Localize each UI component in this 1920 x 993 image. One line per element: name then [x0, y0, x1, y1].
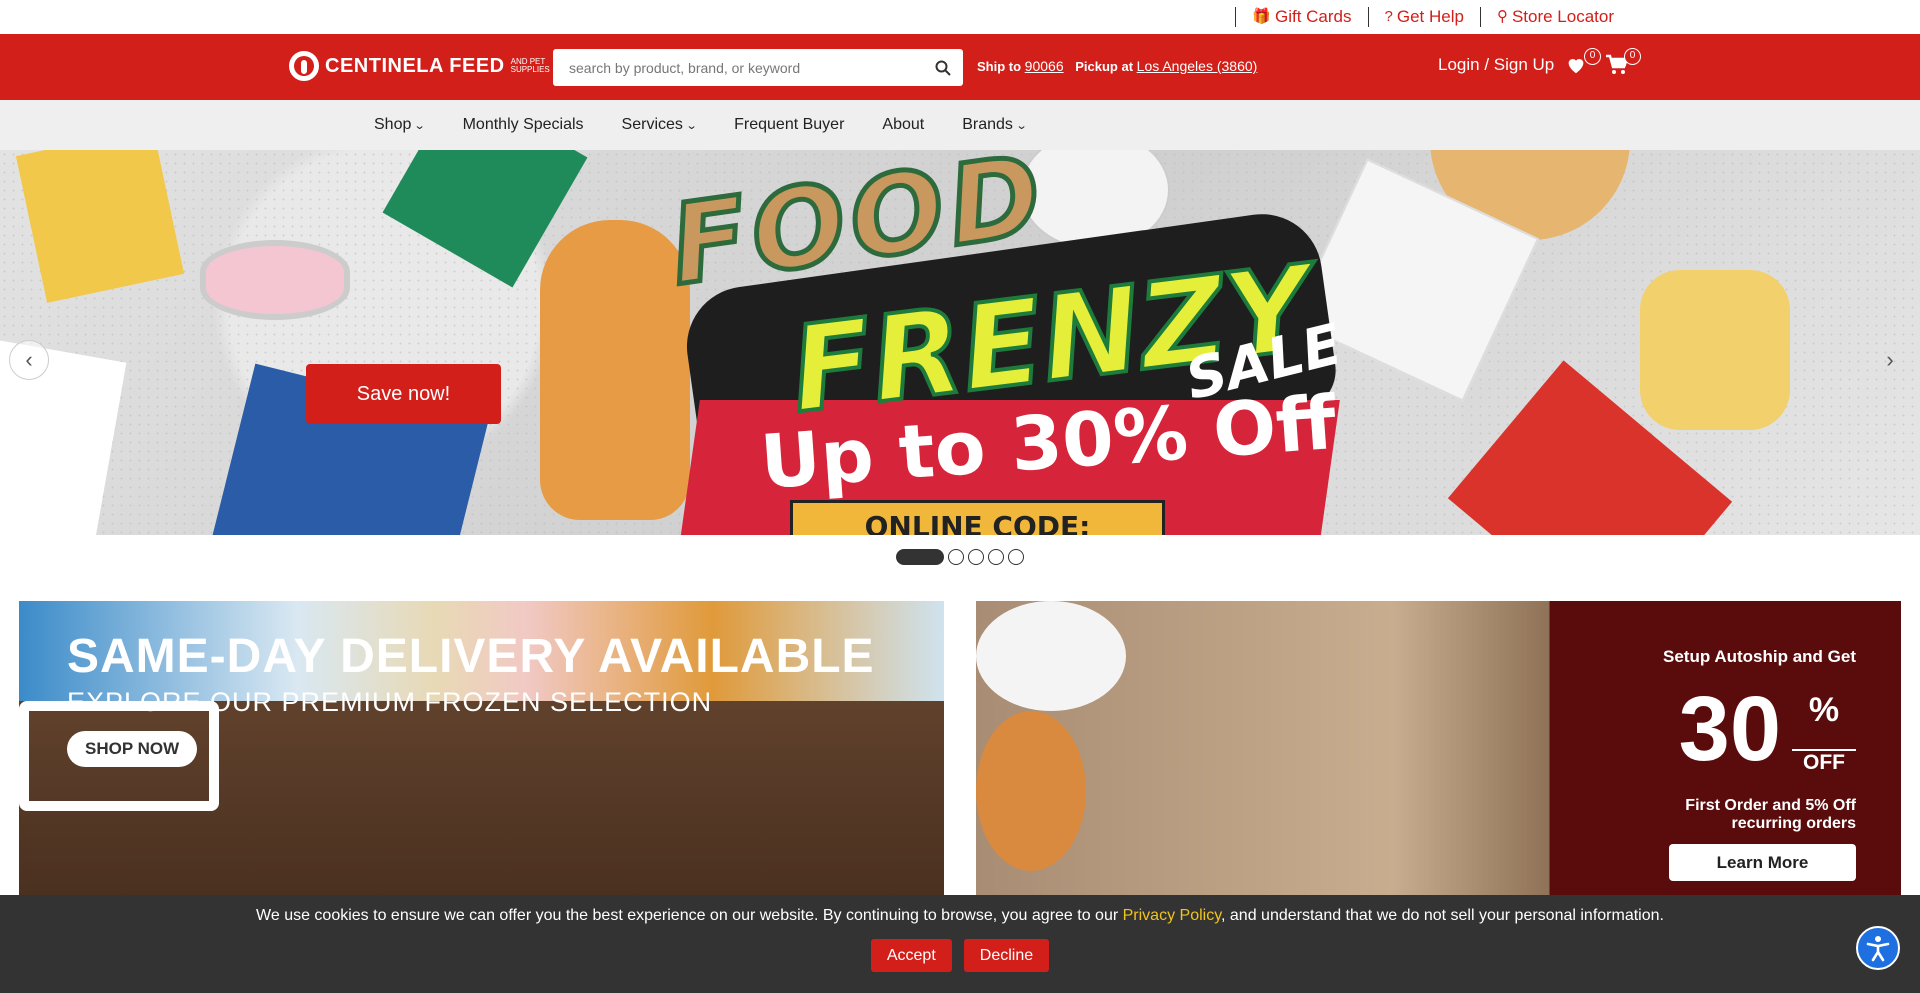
- search-input[interactable]: [553, 59, 923, 76]
- nav-item-monthly-specials[interactable]: Monthly Specials: [463, 116, 584, 134]
- wishlist-count-badge: 0: [1584, 48, 1601, 65]
- map-pin-icon: ⚲: [1496, 8, 1508, 25]
- ship-to-label: Ship to: [977, 59, 1022, 74]
- logo-name: CENTINELA FEED: [325, 54, 505, 77]
- ship-to-zip-link[interactable]: 90066: [1025, 58, 1064, 74]
- chevron-left-icon: ‹: [25, 347, 33, 372]
- fulfillment-info: Ship to 90066 Pickup at Los Angeles (386…: [977, 58, 1265, 74]
- learn-more-button[interactable]: Learn More: [1669, 844, 1856, 881]
- decline-cookies-button[interactable]: Decline: [963, 939, 1050, 972]
- same-day-delivery-banner[interactable]: SAME-DAY DELIVERY AVAILABLE EXPLORE OUR …: [19, 601, 944, 901]
- carousel-dot[interactable]: [1008, 549, 1024, 565]
- product-can-image: [200, 240, 350, 320]
- chevron-right-icon: ›: [1886, 347, 1894, 372]
- nav-item-shop[interactable]: Shop ⌄: [374, 116, 426, 134]
- accessibility-icon: [1866, 936, 1890, 962]
- chevron-down-icon: ⌄: [413, 119, 426, 132]
- autoship-off: OFF: [1792, 749, 1856, 775]
- question-icon: ?: [1384, 8, 1393, 25]
- chevron-down-icon: ⌄: [1015, 119, 1028, 132]
- privacy-policy-link[interactable]: Privacy Policy: [1123, 907, 1221, 924]
- wishlist-button[interactable]: 0: [1565, 48, 1601, 80]
- nav-item-brands[interactable]: Brands ⌄: [962, 116, 1028, 134]
- autoship-detail: First Order and 5% Off recurring orders: [1685, 797, 1856, 832]
- product-tub-image: [1640, 270, 1790, 430]
- autoship-intro: Setup Autoship and Get: [1663, 647, 1856, 666]
- cat-image: [976, 711, 1086, 871]
- autoship-percent: %: [1808, 691, 1840, 729]
- carousel-dots: [0, 535, 1920, 579]
- pickup-label: Pickup at: [1075, 59, 1134, 74]
- cookie-message: We use cookies to ensure we can offer yo…: [256, 907, 1664, 924]
- carousel-next-button[interactable]: ›: [1870, 340, 1910, 380]
- logo-subtitle: AND PET SUPPLIES: [510, 57, 550, 74]
- logo-badge-icon: [289, 51, 319, 81]
- accept-cookies-button[interactable]: Accept: [870, 939, 952, 972]
- save-now-button[interactable]: Save now!: [306, 364, 501, 424]
- gift-cards-link[interactable]: 🎁 Gift Cards: [1235, 7, 1367, 27]
- carousel-dot[interactable]: [948, 549, 964, 565]
- gift-icon: 🎁: [1252, 8, 1271, 25]
- delivery-title: SAME-DAY DELIVERY AVAILABLE: [67, 630, 875, 683]
- cookie-banner: We use cookies to ensure we can offer yo…: [0, 895, 1920, 993]
- carousel-dot[interactable]: [896, 549, 944, 565]
- main-nav: Shop ⌄ Monthly Specials Services ⌄ Frequen…: [0, 100, 1920, 150]
- autoship-discount: 30: [1678, 678, 1781, 780]
- carousel-dot[interactable]: [968, 549, 984, 565]
- cart-count-badge: 0: [1624, 48, 1641, 65]
- chevron-down-icon: ⌄: [685, 119, 698, 132]
- carousel-prev-button[interactable]: ‹: [9, 340, 49, 380]
- delivery-subtitle: EXPLORE OUR PREMIUM FROZEN SELECTION: [67, 687, 713, 717]
- store-locator-link[interactable]: ⚲ Store Locator: [1479, 7, 1630, 27]
- utility-bar: 🎁 Gift Cards ? Get Help ⚲ Store Locator: [0, 0, 1920, 34]
- hero-carousel: FOOD FRENZY SALE Up to 30% Off ONLINE CO…: [0, 150, 1920, 535]
- accessibility-button[interactable]: [1856, 926, 1900, 970]
- nav-item-about[interactable]: About: [882, 116, 924, 134]
- nav-item-frequent-buyer[interactable]: Frequent Buyer: [734, 116, 844, 134]
- pickup-store-link[interactable]: Los Angeles (3860): [1137, 58, 1258, 74]
- dog-image: [976, 601, 1126, 711]
- shop-now-button[interactable]: SHOP NOW: [67, 731, 198, 767]
- cat-image: [540, 220, 690, 520]
- get-help-link[interactable]: ? Get Help: [1367, 7, 1480, 27]
- login-signup-link[interactable]: Login / Sign Up: [1438, 55, 1554, 75]
- nav-item-services[interactable]: Services ⌄: [622, 116, 698, 134]
- carousel-dot[interactable]: [988, 549, 1004, 565]
- search-icon[interactable]: [923, 60, 963, 76]
- site-logo[interactable]: CENTINELA FEED AND PET SUPPLIES: [289, 51, 551, 81]
- site-header: CENTINELA FEED AND PET SUPPLIES Ship to …: [0, 34, 1920, 100]
- autoship-banner[interactable]: Setup Autoship and Get 30 % OFF First Or…: [976, 601, 1901, 901]
- search-bar: [553, 49, 963, 86]
- utility-links: 🎁 Gift Cards ? Get Help ⚲ Store Locator: [1235, 7, 1630, 27]
- cart-button[interactable]: 0: [1605, 48, 1641, 80]
- hero-promo-code: ONLINE CODE: FRENZYSEP: [790, 500, 1165, 535]
- promo-banners: SAME-DAY DELIVERY AVAILABLE EXPLORE OUR …: [19, 601, 1901, 901]
